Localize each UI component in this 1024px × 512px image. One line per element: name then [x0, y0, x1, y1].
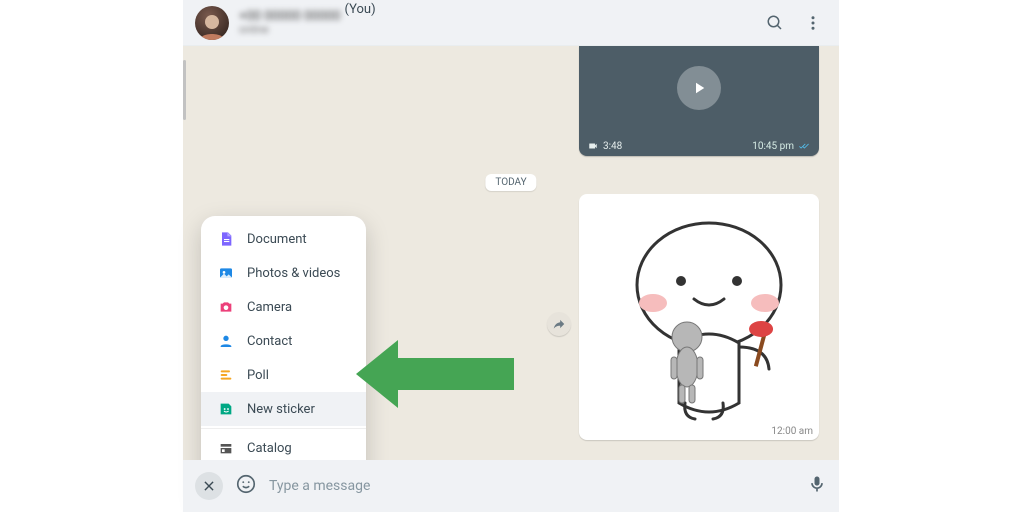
attach-item-label: Poll [247, 368, 269, 383]
emoji-icon[interactable] [235, 473, 257, 499]
you-suffix: (You) [345, 2, 376, 17]
attach-item-camera[interactable]: Camera [201, 290, 366, 324]
more-icon[interactable] [799, 9, 827, 37]
attach-item-contact[interactable]: Contact [201, 324, 366, 358]
camera-icon [217, 298, 235, 316]
attach-item-poll[interactable]: Poll [201, 358, 366, 392]
mic-icon[interactable] [807, 474, 827, 498]
close-attach-button[interactable] [195, 472, 223, 500]
sticker-image [585, 200, 813, 434]
contact-title[interactable]: +00 00000 00000 online (You) [239, 9, 751, 36]
attach-separator [201, 428, 366, 429]
catalog-icon [217, 439, 235, 457]
video-duration: 3:48 [603, 141, 622, 152]
attach-item-label: Contact [247, 334, 292, 349]
forward-icon[interactable] [547, 312, 571, 336]
message-input[interactable] [269, 478, 795, 494]
chat-header: +00 00000 00000 online (You) [183, 0, 839, 46]
contact-icon [217, 332, 235, 350]
date-chip: TODAY [485, 174, 536, 191]
attach-item-photos[interactable]: Photos & videos [201, 256, 366, 290]
video-message[interactable]: 3:48 10:45 pm [579, 46, 819, 156]
document-icon [217, 230, 235, 248]
chat-window: +00 00000 00000 online (You) 3:48 [183, 0, 839, 512]
attach-item-label: Photos & videos [247, 266, 340, 281]
sticker-timestamp: 12:00 am [771, 426, 813, 437]
attach-item-document[interactable]: Document [201, 222, 366, 256]
search-icon[interactable] [761, 9, 789, 37]
attach-item-label: New sticker [247, 402, 315, 417]
read-ticks-icon [797, 141, 811, 151]
attach-item-label: Document [247, 232, 307, 247]
contact-status: online [239, 24, 341, 36]
attach-item-label: Camera [247, 300, 292, 315]
annotation-arrow-icon [356, 334, 516, 414]
video-meta: 3:48 10:45 pm [579, 136, 819, 156]
compose-bar [183, 460, 839, 512]
videocam-icon [587, 141, 599, 151]
avatar[interactable] [195, 6, 229, 40]
video-timestamp: 10:45 pm [752, 141, 794, 152]
close-icon [202, 479, 216, 493]
new-sticker-icon [217, 400, 235, 418]
sticker-message[interactable]: 12:00 am [579, 194, 819, 440]
attach-item-label: Catalog [247, 441, 292, 456]
photos-icon [217, 264, 235, 282]
messages-pane[interactable]: 3:48 10:45 pm TODAY [183, 46, 839, 460]
play-icon[interactable] [677, 66, 721, 110]
contact-name: +00 00000 00000 [239, 10, 341, 24]
attach-item-new-sticker[interactable]: New sticker [201, 392, 366, 426]
poll-icon [217, 366, 235, 384]
